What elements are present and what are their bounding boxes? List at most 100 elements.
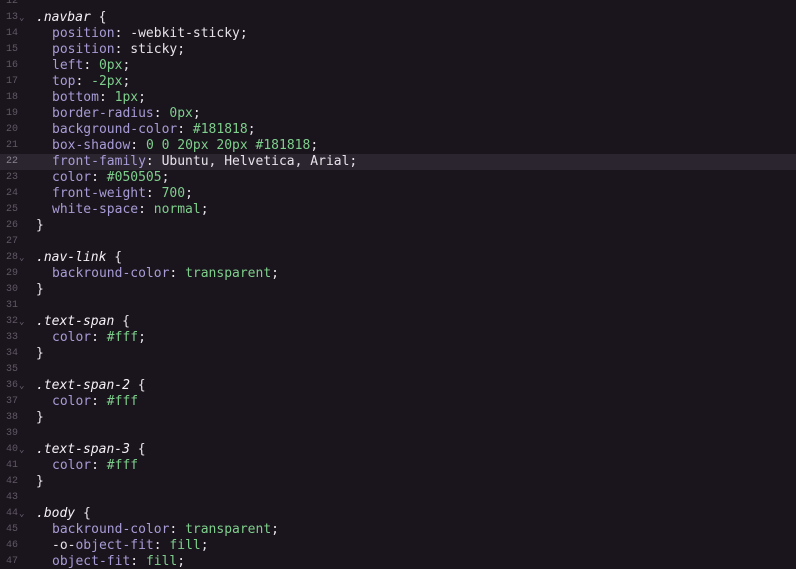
line-content: .navbar { (36, 10, 106, 26)
code-line[interactable]: 21 box-shadow: 0 0 20px 20px #181818; (0, 138, 796, 154)
fold-chevron-icon[interactable]: ⌄ (19, 10, 24, 26)
line-gutter: 15 (0, 42, 26, 58)
css-value: Ubuntu, Helvetica, Arial (161, 154, 350, 169)
line-content: } (36, 282, 44, 298)
code-line[interactable]: 27 (0, 234, 796, 250)
line-number: 24 (6, 188, 19, 199)
code-line[interactable]: 41 color: #fff (0, 458, 796, 474)
line-number: 37 (6, 396, 19, 407)
code-line[interactable]: 17 top: -2px; (0, 74, 796, 90)
css-value: 1px (114, 90, 139, 105)
code-line[interactable]: 26} (0, 218, 796, 234)
code-line[interactable]: 18 bottom: 1px; (0, 90, 796, 106)
line-number: 31 (6, 300, 19, 311)
code-line[interactable]: 12 (0, 0, 796, 10)
css-property: position (52, 26, 115, 41)
code-line[interactable]: 13 ⌄ .navbar { (0, 10, 796, 26)
open-brace: { (129, 378, 146, 393)
code-line[interactable]: 39 (0, 426, 796, 442)
code-line[interactable]: 35 (0, 362, 796, 378)
colon: : (114, 42, 131, 57)
fold-chevron-icon[interactable]: ⌄ (19, 378, 24, 394)
code-line[interactable]: 31 (0, 298, 796, 314)
line-content: top: -2px; (36, 74, 130, 90)
css-property: object-fit (75, 538, 154, 553)
line-gutter: 36 ⌄ (0, 378, 26, 394)
code-line[interactable]: 32 ⌄ .text-span { (0, 314, 796, 330)
css-value: 0px (98, 58, 123, 73)
line-number: 27 (6, 236, 19, 247)
line-gutter: 28 ⌄ (0, 250, 26, 266)
line-content: white-space: normal; (36, 202, 209, 218)
fold-chevron-icon[interactable]: ⌄ (19, 442, 24, 458)
css-property: top (52, 74, 76, 89)
code-line[interactable]: 46 -o-object-fit: fill; (0, 538, 796, 554)
line-content: } (36, 410, 44, 426)
semicolon: ; (271, 522, 279, 537)
line-gutter: 17 (0, 74, 26, 90)
code-line[interactable]: 14 position: -webkit-sticky; (0, 26, 796, 42)
fold-chevron-icon[interactable]: ⌄ (19, 506, 24, 522)
code-line[interactable]: 43 (0, 490, 796, 506)
code-line[interactable]: 25 white-space: normal; (0, 202, 796, 218)
fold-chevron-icon[interactable]: ⌄ (19, 250, 24, 266)
code-line[interactable]: 30} (0, 282, 796, 298)
code-line[interactable]: 44 ⌄ .body { (0, 506, 796, 522)
line-gutter: 32 ⌄ (0, 314, 26, 330)
line-number: 19 (6, 108, 19, 119)
code-line[interactable]: 19 border-radius: 0px; (0, 106, 796, 122)
semicolon: ; (247, 122, 256, 137)
line-gutter: 45 (0, 522, 26, 538)
line-gutter: 22 (0, 154, 26, 170)
line-gutter: 31 (0, 298, 26, 314)
line-content: .text-span-2 { (36, 378, 146, 394)
code-line[interactable]: 23 color: #050505; (0, 170, 796, 186)
open-brace: { (75, 506, 91, 521)
open-brace: { (114, 314, 130, 329)
code-editor[interactable]: 12 13 ⌄ .navbar {14 position: -webkit-sticky… (0, 0, 796, 569)
code-line[interactable]: 37 color: #fff (0, 394, 796, 410)
colon: : (91, 330, 107, 345)
colon: : (138, 202, 154, 217)
css-property: backround-color (52, 266, 170, 281)
css-value: #fff (106, 394, 139, 409)
semicolon: ; (239, 26, 248, 41)
code-line[interactable]: 16 left: 0px; (0, 58, 796, 74)
line-gutter: 21 (0, 138, 26, 154)
line-content: .text-span-3 { (36, 442, 146, 458)
code-lines: 12 13 ⌄ .navbar {14 position: -webkit-sticky… (0, 0, 796, 569)
semicolon: ; (310, 138, 319, 153)
fold-chevron-icon[interactable]: ⌄ (19, 314, 24, 330)
css-selector: .text-span-2 (36, 378, 130, 393)
code-line[interactable]: 22 front-family: Ubuntu, Helvetica, Arial… (0, 154, 796, 170)
line-gutter: 13 ⌄ (0, 10, 26, 26)
line-number: 40 (6, 444, 19, 455)
code-line[interactable]: 42} (0, 474, 796, 490)
line-number: 46 (6, 540, 19, 551)
code-line[interactable]: 38} (0, 410, 796, 426)
code-line[interactable]: 36 ⌄ .text-span-2 { (0, 378, 796, 394)
semicolon: ; (138, 90, 146, 105)
code-line[interactable]: 45 backround-color: transparent; (0, 522, 796, 538)
line-gutter: 44 ⌄ (0, 506, 26, 522)
open-brace: { (106, 250, 123, 265)
line-gutter: 39 (0, 426, 26, 442)
semicolon: ; (271, 266, 279, 281)
code-line[interactable]: 33 color: #fff; (0, 330, 796, 346)
css-value: #050505 (106, 170, 162, 185)
css-value: 0 0 20px 20px #181818 (145, 138, 311, 153)
line-number: 28 (6, 252, 19, 263)
line-gutter: 30 (0, 282, 26, 298)
vendor-prefix: -o- (52, 538, 76, 553)
line-gutter: 16 (0, 58, 26, 74)
code-line[interactable]: 28 ⌄ .nav-link { (0, 250, 796, 266)
code-line[interactable]: 15 position: sticky; (0, 42, 796, 58)
code-line[interactable]: 20 background-color: #181818; (0, 122, 796, 138)
code-line[interactable]: 29 backround-color: transparent; (0, 266, 796, 282)
code-line[interactable]: 34} (0, 346, 796, 362)
colon: : (75, 74, 92, 89)
code-line[interactable]: 24 front-weight: 700; (0, 186, 796, 202)
code-line[interactable]: 47 object-fit: fill; (0, 554, 796, 569)
code-line[interactable]: 40 ⌄ .text-span-3 { (0, 442, 796, 458)
css-value: -2px (91, 74, 123, 89)
